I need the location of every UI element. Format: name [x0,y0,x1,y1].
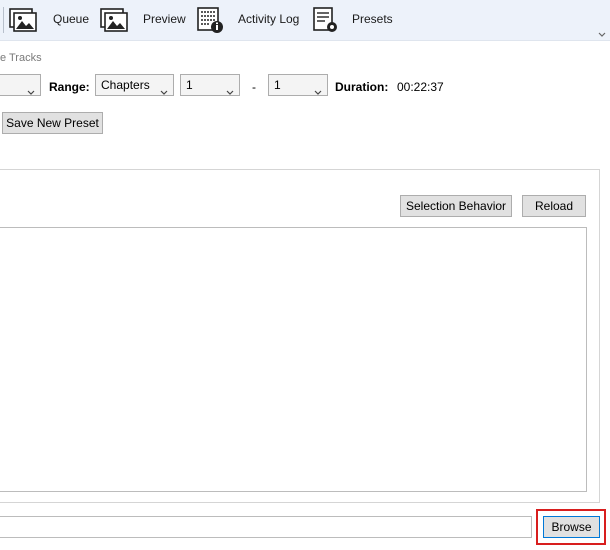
images-icon[interactable] [8,6,38,34]
toolbar-presets-label[interactable]: Presets [352,12,393,26]
title-select[interactable] [0,74,41,96]
browse-button[interactable]: Browse [543,516,600,538]
chevron-down-icon[interactable] [598,28,606,37]
preview-icon[interactable] [99,6,129,34]
tracks-label: e Tracks [0,52,42,64]
save-new-preset-button[interactable]: Save New Preset [2,112,103,134]
selection-behavior-button[interactable]: Selection Behavior [400,195,512,217]
range-mode-value: Chapters [101,78,150,92]
range-mode-select[interactable]: Chapters [95,74,174,96]
toolbar-separator [3,7,4,33]
range-separator: - [252,80,256,94]
chevron-down-icon [226,82,234,95]
range-start-select[interactable]: 1 [180,74,240,96]
range-end-value: 1 [274,78,281,92]
tracks-list[interactable] [0,227,587,492]
chevron-down-icon [160,82,168,95]
toolbar-preview-label[interactable]: Preview [143,12,186,26]
toolbar-queue-label[interactable]: Queue [53,12,89,26]
reload-button[interactable]: Reload [522,195,586,217]
duration-label: Duration: [335,80,389,94]
activity-log-icon[interactable] [196,6,226,34]
range-label: Range: [49,80,90,94]
range-end-select[interactable]: 1 [268,74,328,96]
chevron-down-icon [314,82,322,95]
toolbar-activity-log-label[interactable]: Activity Log [238,12,299,26]
range-start-value: 1 [186,78,193,92]
duration-value: 00:22:37 [397,80,444,94]
chevron-down-icon [27,82,35,95]
destination-path-input[interactable] [0,516,532,538]
presets-icon[interactable] [311,6,341,34]
main-toolbar: Queue Preview Activity Log Presets [0,0,610,41]
